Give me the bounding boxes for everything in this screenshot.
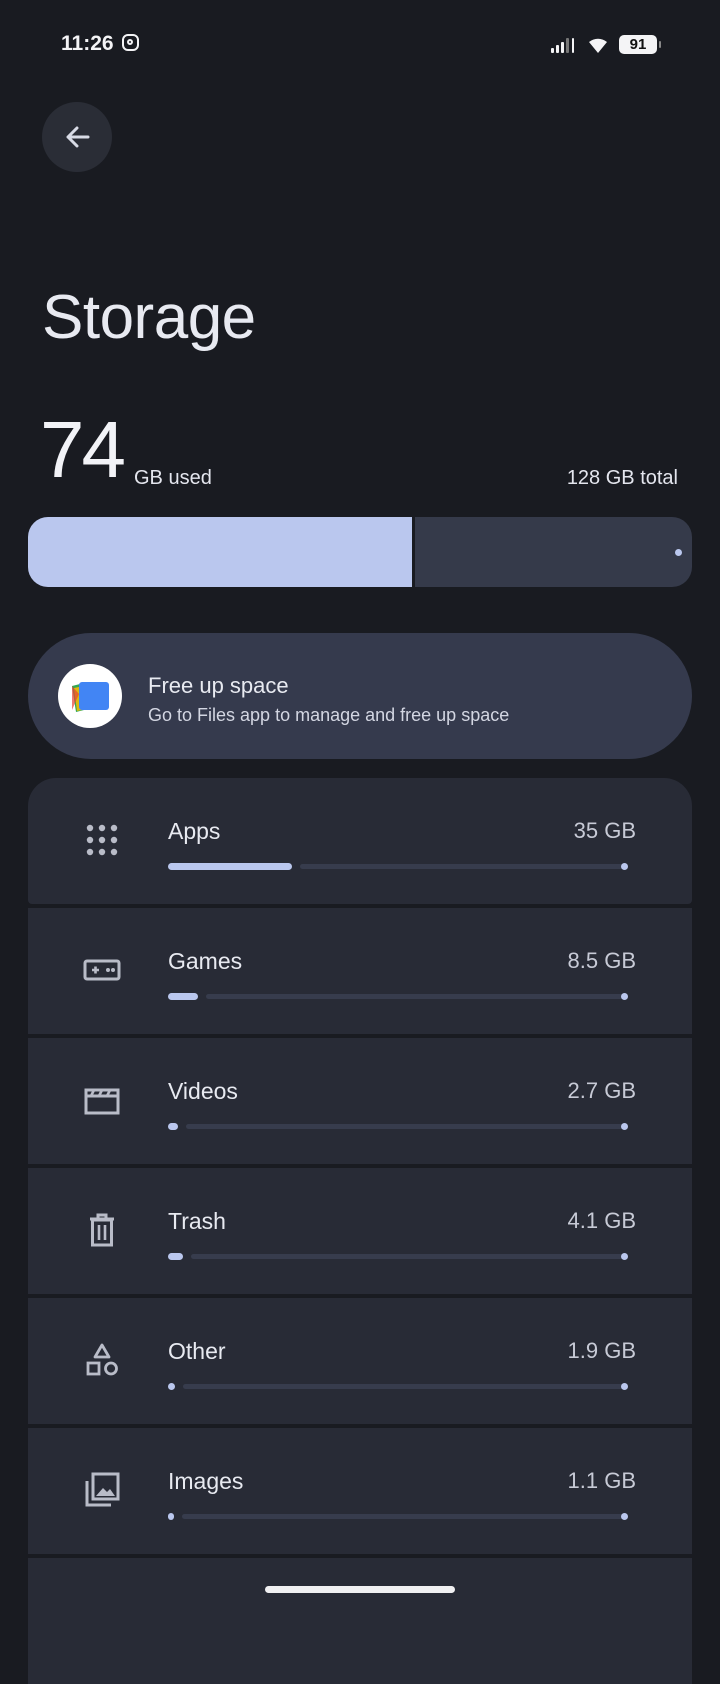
category-size: 1.9 GB <box>567 1338 636 1363</box>
category-usage-bar <box>168 1123 628 1130</box>
category-usage-fill <box>168 993 198 1000</box>
category-usage-remaining <box>186 1124 628 1129</box>
category-trash[interactable]: Trash 4.1 GB <box>28 1168 692 1294</box>
category-label: Other <box>168 1338 226 1364</box>
category-bar-end-dot <box>621 1123 628 1130</box>
category-usage-fill <box>168 1253 183 1260</box>
images-icon <box>85 1472 120 1507</box>
category-label: Apps <box>168 818 221 844</box>
category-bar-end-dot <box>621 1253 628 1260</box>
used-storage-unit: GB used <box>134 467 212 489</box>
free-up-space-subtitle: Go to Files app to manage and free up sp… <box>148 705 510 725</box>
category-usage-fill <box>168 1123 178 1130</box>
category-games[interactable]: Games 8.5 GB <box>28 908 692 1034</box>
video-clapper-icon <box>84 1088 120 1115</box>
category-bar-end-dot <box>621 1383 628 1390</box>
free-up-space-card[interactable]: Free up space Go to Files app to manage … <box>28 633 692 759</box>
trash-icon <box>90 1213 114 1247</box>
storage-bar-end-dot <box>675 549 682 556</box>
category-usage-remaining <box>182 1514 628 1519</box>
category-size: 4.1 GB <box>567 1208 636 1233</box>
storage-usage-bar <box>28 517 692 587</box>
category-usage-fill <box>168 1513 174 1520</box>
battery-indicator: 91 <box>619 35 661 54</box>
category-usage-bar <box>168 1253 628 1260</box>
total-storage-label: 128 GB total <box>566 467 678 489</box>
category-bar-end-dot <box>621 1513 628 1520</box>
cellular-signal-icon <box>551 37 575 53</box>
status-bar: 11:26 91 <box>0 0 720 90</box>
instagram-notification-icon <box>122 34 139 51</box>
arrow-back-icon <box>66 126 90 148</box>
apps-grid-icon <box>86 824 118 856</box>
category-usage-fill <box>168 863 292 870</box>
category-usage-remaining <box>191 1254 628 1259</box>
category-usage-remaining <box>206 994 628 999</box>
category-usage-remaining <box>183 1384 628 1389</box>
category-label: Trash <box>168 1208 226 1234</box>
used-storage-value: 74 <box>40 405 126 494</box>
page-title: Storage <box>42 283 256 352</box>
wifi-icon <box>589 38 607 53</box>
category-usage-bar <box>168 1513 628 1520</box>
category-bar-end-dot <box>621 863 628 870</box>
category-other[interactable]: Other 1.9 GB <box>28 1298 692 1424</box>
category-bar-end-dot <box>621 993 628 1000</box>
category-next[interactable] <box>28 1558 692 1684</box>
status-time: 11:26 <box>61 32 114 55</box>
files-app-icon <box>58 664 122 728</box>
storage-usage-fill <box>28 517 415 587</box>
category-label: Games <box>168 948 243 974</box>
category-usage-bar <box>168 863 628 870</box>
category-size: 2.7 GB <box>567 1078 636 1103</box>
category-usage-bar <box>168 993 628 1000</box>
gamepad-icon <box>83 959 121 981</box>
category-label: Videos <box>168 1078 238 1104</box>
category-size: 1.1 GB <box>567 1468 636 1493</box>
category-images[interactable]: Images 1.1 GB <box>28 1428 692 1554</box>
category-videos[interactable]: Videos 2.7 GB <box>28 1038 692 1164</box>
category-size: 35 GB <box>573 818 636 843</box>
category-apps[interactable]: Apps 35 GB <box>28 778 692 904</box>
category-size: 8.5 GB <box>567 948 636 973</box>
category-label: Images <box>168 1468 244 1494</box>
category-usage-bar <box>168 1383 628 1390</box>
free-up-space-title: Free up space <box>148 673 289 698</box>
category-usage-remaining <box>300 864 628 869</box>
shapes-icon <box>86 1343 118 1376</box>
back-button[interactable] <box>42 102 112 172</box>
category-usage-fill <box>168 1383 175 1390</box>
home-indicator[interactable] <box>265 1586 455 1593</box>
